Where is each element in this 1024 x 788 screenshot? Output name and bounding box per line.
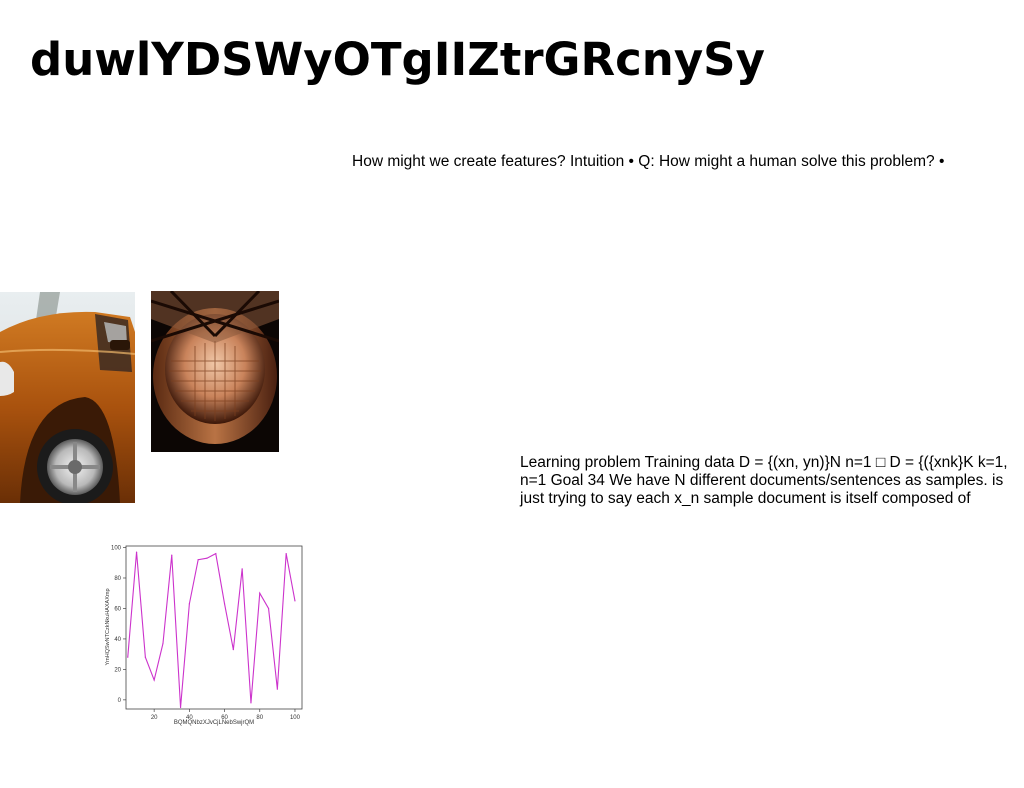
data-point: [285, 553, 287, 555]
data-point: [144, 656, 146, 658]
y-tick-label: 0: [118, 698, 122, 704]
slide-title: duwlYDSWyOTgIIZtrGRcnySy: [30, 33, 765, 86]
x-tick-label: 100: [290, 715, 301, 721]
data-point: [171, 554, 173, 556]
plot-area: [125, 545, 303, 710]
x-tick-label: 80: [256, 715, 263, 721]
data-point: [197, 559, 199, 561]
data-point: [241, 568, 243, 570]
y-tick-label: 100: [111, 546, 122, 552]
data-point: [223, 603, 226, 605]
y-tick-label: 60: [114, 606, 121, 612]
architecture-ceiling-photo: [151, 291, 279, 452]
data-point: [267, 607, 270, 610]
data-point: [276, 688, 278, 690]
data-point: [215, 553, 217, 555]
data-point: [206, 557, 208, 559]
data-point: [259, 592, 261, 594]
data-point: [294, 600, 296, 602]
y-tick-label: 80: [114, 576, 121, 582]
data-point: [127, 656, 129, 658]
data-point: [135, 551, 138, 553]
data-point: [162, 642, 164, 645]
y-tick-label: 40: [114, 637, 121, 643]
x-axis-label: BQMQNbzXJvCjLNebSwjrQM: [174, 720, 254, 726]
orange-car-photo: [0, 292, 135, 503]
learning-problem-paragraph: Learning problem Training data D = {(xn,…: [520, 454, 1008, 507]
data-point: [153, 679, 155, 681]
line-chart: 20 40 60 80 100 0 20 40 60 80 100 BQMQNbzXJvCjLNe…: [100, 540, 306, 728]
y-axis-label: YmHQSwNTCzkNkuHAXAXmp: [105, 588, 111, 665]
y-tick-label: 20: [114, 667, 121, 673]
intuition-paragraph: How might we create features? Intuition …: [352, 153, 945, 170]
data-point: [188, 603, 190, 605]
data-point: [232, 648, 234, 651]
data-point: [179, 706, 182, 709]
x-tick-label: 20: [151, 715, 158, 721]
data-point: [250, 702, 252, 704]
